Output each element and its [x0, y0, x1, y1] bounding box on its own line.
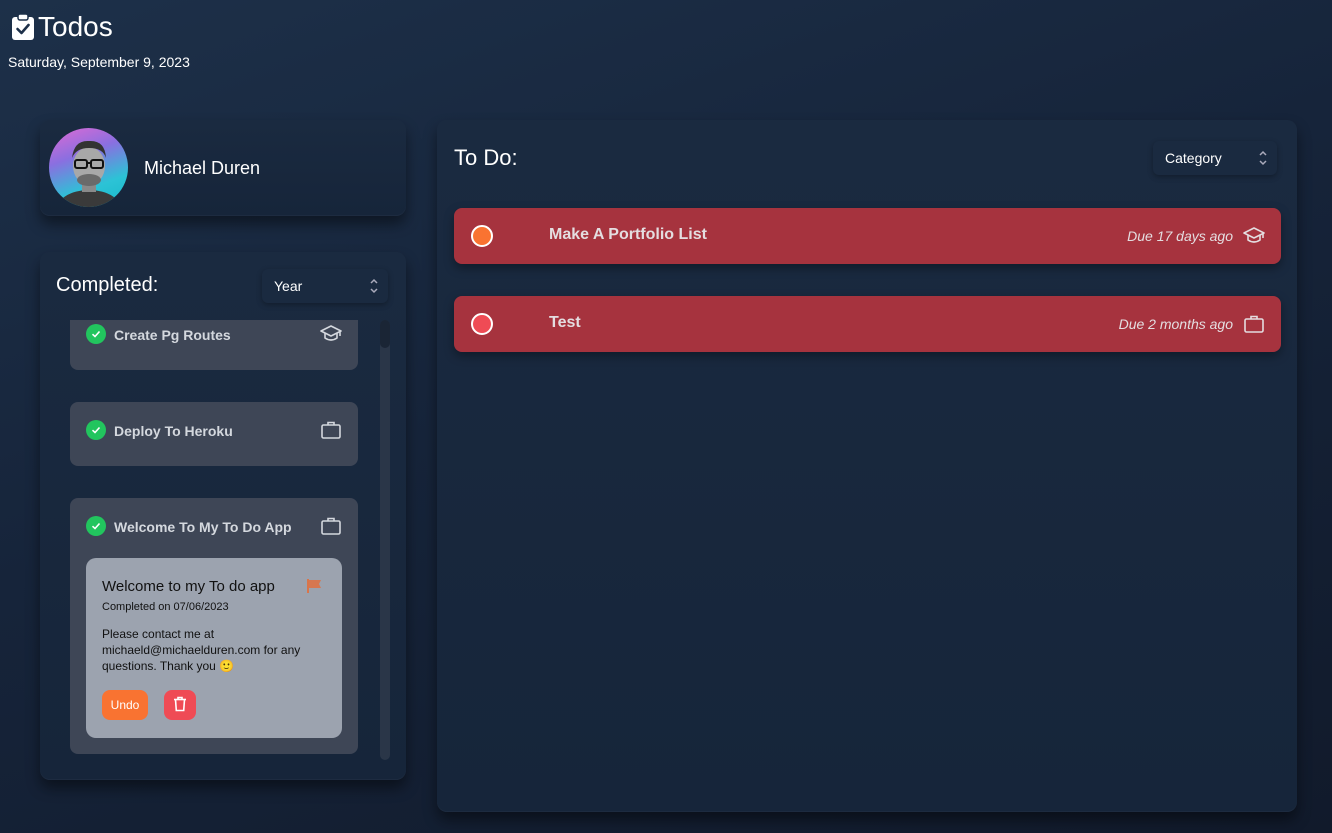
undo-button[interactable]: Undo — [102, 690, 148, 720]
todo-item[interactable]: Make A Portfolio List Due 17 days ago — [454, 208, 1281, 264]
detail-description: Please contact me at michaeld@michaeldur… — [102, 627, 301, 673]
clipboard-check-icon — [10, 13, 36, 41]
completed-item-label: Deploy To Heroku — [114, 423, 233, 439]
briefcase-icon — [320, 420, 342, 440]
select-chevron-icon — [368, 276, 380, 296]
check-circle-icon — [86, 420, 106, 440]
category-filter-value: Category — [1165, 150, 1222, 166]
app-title-text: Todos — [38, 11, 113, 42]
graduation-cap-icon — [320, 324, 342, 344]
completed-list[interactable]: Create Pg Routes Deploy To Heroku Welcom… — [70, 320, 360, 768]
avatar[interactable] — [49, 128, 128, 207]
app-title: Todos — [10, 10, 113, 44]
detail-completed-date: Completed on 07/06/2023 — [102, 601, 229, 613]
todo-item[interactable]: Test Due 2 months ago — [454, 296, 1281, 352]
completed-scrollbar[interactable] — [380, 320, 390, 760]
completed-title: Completed: — [56, 274, 159, 296]
todo-detail-card: Welcome to my To do app Completed on 07/… — [86, 558, 342, 738]
trash-icon — [173, 696, 187, 715]
todo-panel: To Do: Category Make A Portfolio List Du… — [437, 120, 1297, 812]
check-circle-icon — [86, 516, 106, 536]
year-filter-select[interactable]: Year — [262, 269, 388, 303]
profile-name: Michael Duren — [144, 158, 261, 178]
app-header: Todos — [10, 10, 113, 44]
completed-item[interactable]: Create Pg Routes — [70, 320, 358, 370]
todo-item-label: Make A Portfolio List — [549, 226, 707, 243]
todo-due-date: Due 17 days ago — [1127, 228, 1233, 244]
graduation-cap-icon — [1243, 225, 1265, 247]
completed-item-expanded[interactable]: Welcome To My To Do App Welcome to my To… — [70, 498, 358, 754]
briefcase-icon — [1243, 313, 1265, 335]
complete-toggle[interactable] — [471, 313, 493, 335]
category-filter-select[interactable]: Category — [1153, 141, 1277, 175]
todo-item-label: Test — [549, 314, 581, 331]
select-chevron-icon — [1257, 148, 1269, 168]
detail-title: Welcome to my To do app — [102, 578, 275, 595]
flag-icon — [306, 578, 324, 594]
briefcase-icon — [320, 516, 342, 536]
completed-item-label: Welcome To My To Do App — [114, 519, 292, 535]
scrollbar-thumb[interactable] — [380, 320, 390, 348]
completed-item-label: Create Pg Routes — [114, 327, 231, 343]
delete-button[interactable] — [164, 690, 196, 720]
completed-item[interactable]: Deploy To Heroku — [70, 402, 358, 466]
complete-toggle[interactable] — [471, 225, 493, 247]
completed-panel: Completed: Year Create Pg Routes Deploy … — [40, 252, 406, 780]
year-filter-value: Year — [274, 278, 303, 294]
current-date: Saturday, September 9, 2023 — [8, 54, 190, 70]
todo-due-date: Due 2 months ago — [1118, 316, 1233, 332]
check-circle-icon — [86, 324, 106, 344]
todo-title: To Do: — [454, 145, 518, 170]
profile-card: Michael Duren — [40, 120, 406, 216]
